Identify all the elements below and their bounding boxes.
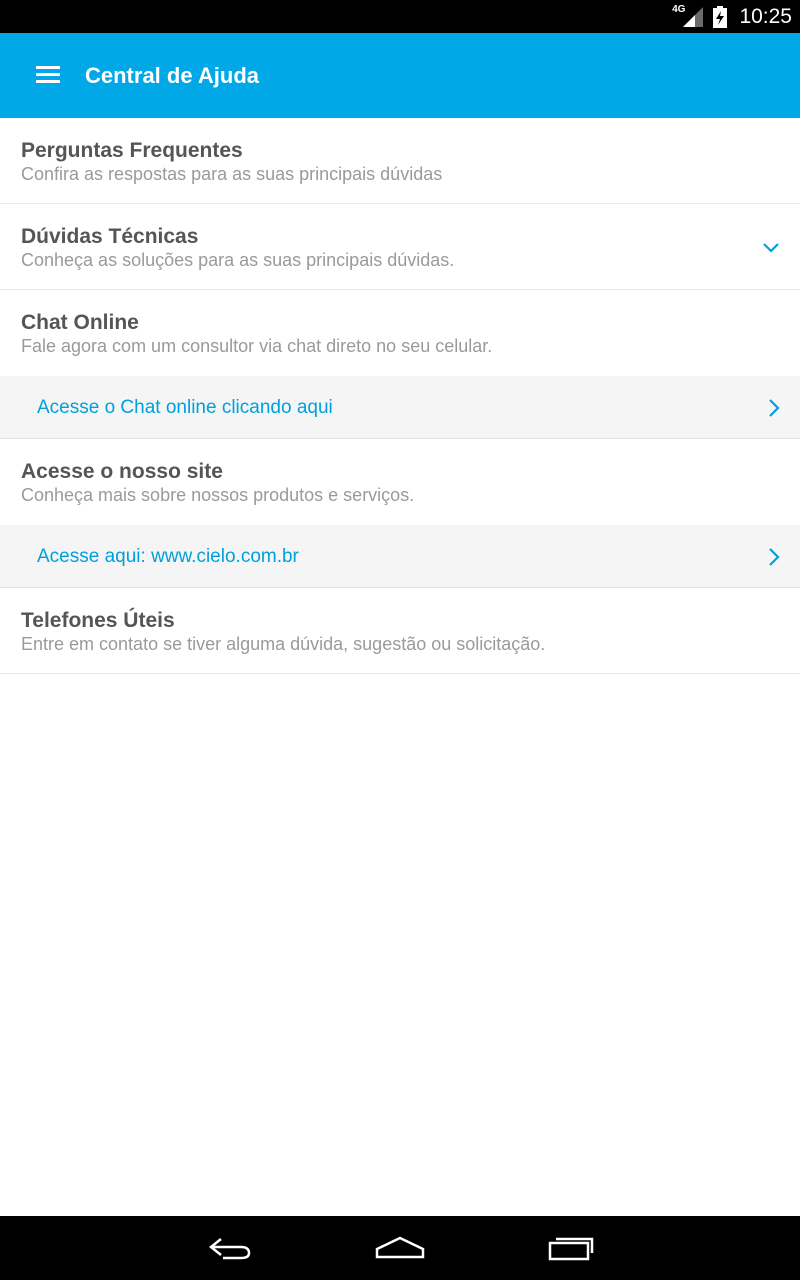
home-icon — [375, 1236, 425, 1259]
list-item-website[interactable]: Acesse o nosso site Conheça mais sobre n… — [0, 439, 800, 525]
menu-icon — [36, 66, 60, 83]
item-subtitle: Conheça mais sobre nossos produtos e ser… — [21, 485, 415, 505]
navigation-bar — [0, 1216, 800, 1280]
list-item-technical-questions[interactable]: Dúvidas Técnicas Conheça as soluções par… — [0, 204, 800, 290]
item-title: Perguntas Frequentes — [21, 139, 243, 162]
page-title: Central de Ajuda — [85, 63, 259, 88]
chevron-right-icon — [769, 548, 780, 566]
help-list: Perguntas Frequentes Confira as resposta… — [0, 118, 800, 674]
chevron-down-icon[interactable] — [762, 242, 780, 254]
list-item-faq[interactable]: Perguntas Frequentes Confira as resposta… — [0, 118, 800, 204]
menu-button[interactable] — [24, 53, 72, 97]
item-subtitle: Entre em contato se tiver alguma dúvida,… — [21, 634, 546, 654]
list-item-chat-online[interactable]: Chat Online Fale agora com um consultor … — [0, 290, 800, 376]
item-subtitle: Conheça as soluções para as suas princip… — [21, 250, 455, 270]
site-link[interactable]: Acesse aqui: www.cielo.com.br — [0, 525, 800, 588]
item-title: Telefones Úteis — [21, 609, 175, 632]
list-item-useful-phones[interactable]: Telefones Úteis Entre em contato se tive… — [0, 588, 800, 674]
item-subtitle: Fale agora com um consultor via chat dir… — [21, 336, 493, 356]
back-icon — [208, 1238, 251, 1260]
chat-link-label: Acesse o Chat online clicando aqui — [37, 397, 333, 418]
item-title: Dúvidas Técnicas — [21, 225, 199, 248]
back-button[interactable] — [200, 1230, 260, 1266]
site-link-label: Acesse aqui: www.cielo.com.br — [37, 546, 299, 567]
item-subtitle: Confira as respostas para as suas princi… — [21, 164, 443, 184]
chat-link[interactable]: Acesse o Chat online clicando aqui — [0, 376, 800, 439]
clock: 10:25 — [739, 4, 792, 28]
home-button[interactable] — [368, 1230, 432, 1266]
network-type-label: 4G — [672, 4, 686, 15]
status-icons: 4G 10:25 — [672, 0, 792, 33]
item-title: Chat Online — [21, 311, 139, 334]
recent-apps-icon — [548, 1237, 594, 1261]
status-bar: 4G 10:25 — [0, 0, 800, 33]
recent-apps-button[interactable] — [540, 1230, 602, 1266]
battery-icon — [713, 5, 728, 28]
chevron-right-icon — [769, 399, 780, 417]
item-title: Acesse o nosso site — [21, 460, 223, 483]
app-bar: Central de Ajuda — [0, 33, 800, 118]
signal-icon — [683, 6, 704, 27]
